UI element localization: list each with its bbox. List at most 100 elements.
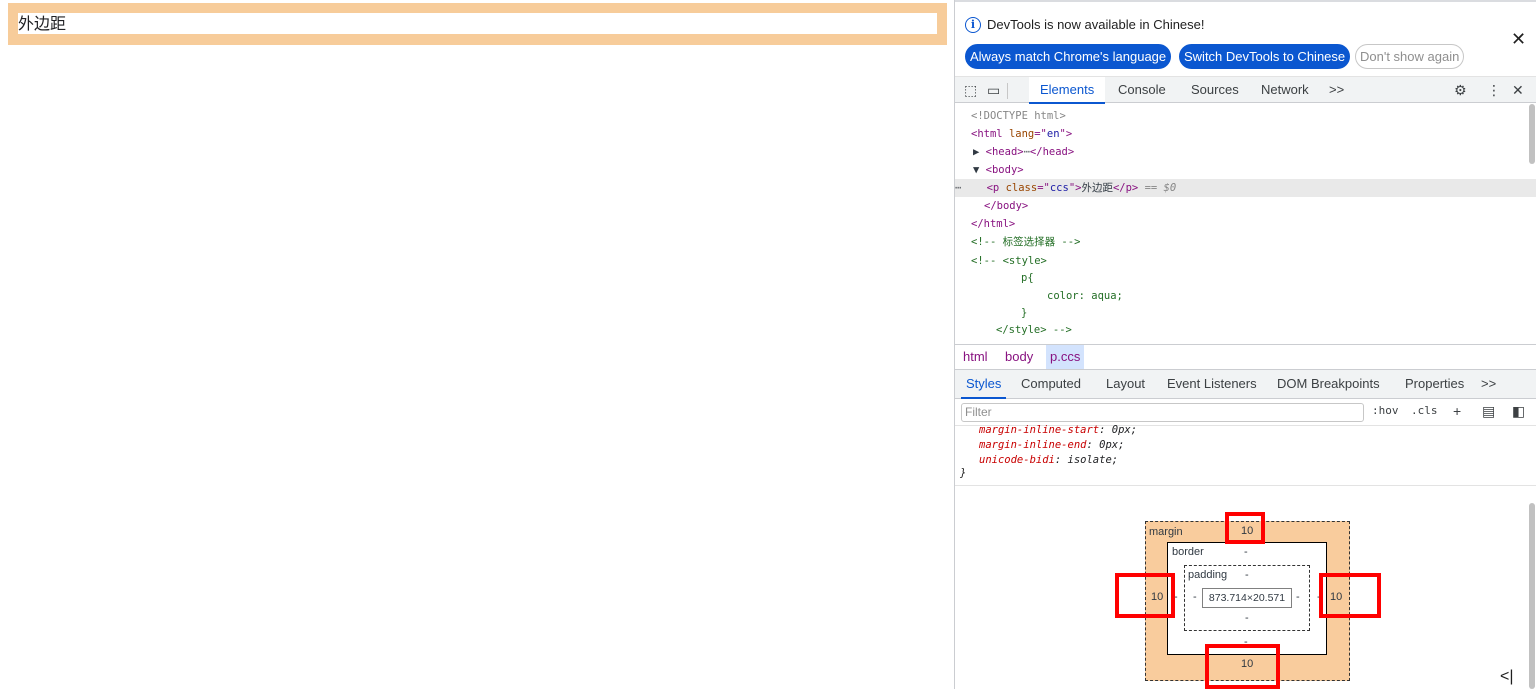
margin-label: margin: [1149, 526, 1183, 538]
tree-line-body[interactable]: ▼ <body>: [973, 161, 1536, 179]
toolbar-divider: [1007, 83, 1008, 99]
cls-button[interactable]: .cls: [1411, 404, 1438, 417]
breadcrumb: html body p.ccs: [955, 344, 1536, 370]
tab-layout[interactable]: Layout: [1101, 370, 1150, 399]
annotation-highlight-left: [1115, 573, 1175, 618]
annotation-highlight-bottom: [1205, 644, 1280, 689]
p-tag-gt: ">: [1068, 182, 1082, 194]
tree-line-comment[interactable]: color: aqua;: [1047, 287, 1536, 305]
sidebar-tabs: Styles Computed Layout Event Listeners D…: [955, 370, 1536, 399]
main-toolbar: ⬚ ▭ Elements Console Sources Network >> …: [955, 76, 1536, 104]
style-declaration[interactable]: margin-inline-start: 0px;: [979, 423, 1137, 438]
tree-line-p-selected[interactable]: ⋯ <p class="ccs">外边距</p> == $0: [955, 179, 1536, 197]
style-value: 0px;: [1111, 424, 1138, 436]
style-value: isolate;: [1067, 454, 1119, 466]
expand-sidebar-icon[interactable]: <|: [1500, 669, 1514, 685]
tree-line-body-close[interactable]: </body>: [984, 197, 1536, 215]
paragraph-text: 外边距: [18, 14, 67, 33]
info-icon: i: [965, 17, 981, 33]
style-value: 0px;: [1099, 439, 1125, 451]
tree-line-head[interactable]: ▶ <head>⋯</head>: [973, 143, 1536, 161]
row-menu-icon[interactable]: ⋯: [955, 182, 987, 194]
more-subtabs-button[interactable]: >>: [1476, 370, 1501, 399]
new-style-rule-icon[interactable]: +: [1453, 402, 1461, 420]
p-close-tag: </p>: [1112, 182, 1139, 194]
box-model-content-size[interactable]: 873.714×20.571: [1202, 588, 1292, 608]
elements-scrollbar[interactable]: [1529, 104, 1535, 164]
tab-sources[interactable]: Sources: [1180, 77, 1250, 104]
toggle-sidebar-icon[interactable]: ◧: [1512, 402, 1525, 420]
style-property: unicode-bidi: [979, 454, 1055, 466]
breadcrumb-html[interactable]: html: [959, 345, 992, 369]
hov-button[interactable]: :hov: [1372, 404, 1399, 417]
style-declaration[interactable]: unicode-bidi: isolate;: [979, 453, 1118, 468]
tree-line-comment[interactable]: p{: [1021, 269, 1536, 287]
tab-network[interactable]: Network: [1250, 77, 1320, 104]
styles-pane: margin-inline-start: 0px; margin-inline-…: [955, 423, 1536, 486]
more-tabs-button[interactable]: >>: [1323, 77, 1350, 104]
filter-input[interactable]: Filter: [961, 403, 1364, 422]
tab-computed[interactable]: Computed: [1016, 370, 1086, 399]
collapse-triangle-icon[interactable]: ▼: [973, 164, 986, 176]
annotation-highlight-right: [1319, 573, 1381, 618]
comment-text: }: [1021, 307, 1028, 319]
settings-gear-icon[interactable]: ⚙: [1454, 81, 1467, 99]
head-close-tag: </head>: [1029, 146, 1075, 158]
inspect-element-icon[interactable]: ⬚: [964, 81, 977, 99]
padding-left-value[interactable]: -: [1193, 591, 1197, 604]
content-highlight: [18, 13, 937, 34]
p-tag: <p: [986, 182, 1006, 194]
comment-text: </style> -->: [996, 324, 1072, 336]
always-match-language-button[interactable]: Always match Chrome's language: [965, 44, 1172, 69]
style-property: margin-inline-start: [979, 424, 1100, 436]
border-label: border: [1172, 546, 1204, 558]
head-tag: <head>: [985, 146, 1024, 158]
p-attr-name: class: [1005, 182, 1038, 194]
rule-closing-brace: }: [960, 467, 967, 479]
more-options-icon[interactable]: ⋮: [1487, 81, 1501, 99]
comment-text: <!-- 标签选择器 -->: [971, 236, 1081, 248]
tree-line-comment[interactable]: }: [1021, 304, 1536, 322]
border-top-value[interactable]: -: [1244, 546, 1248, 559]
tree-line-comment[interactable]: <!-- 标签选择器 -->: [971, 233, 1536, 251]
dont-show-again-button[interactable]: Don't show again: [1355, 44, 1465, 69]
tab-properties[interactable]: Properties: [1400, 370, 1469, 399]
close-icon[interactable]: ✕: [1511, 30, 1526, 48]
comment-text: <!-- <style>: [971, 255, 1047, 267]
p-attr-value: ccs: [1049, 182, 1069, 194]
padding-right-value[interactable]: -: [1296, 591, 1300, 604]
html-close-tag: </html>: [971, 218, 1016, 230]
html-eq: =": [1034, 128, 1047, 140]
tree-line-doctype[interactable]: <!DOCTYPE html>: [971, 107, 1536, 125]
styles-filter-bar: Filter :hov .cls + ▤ ◧: [955, 399, 1536, 426]
tree-line-comment[interactable]: <!-- <style>: [971, 252, 1536, 270]
tab-console[interactable]: Console: [1107, 77, 1177, 104]
elements-tree: <!DOCTYPE html> <html lang="en"> ▶ <head…: [955, 104, 1536, 344]
tab-styles[interactable]: Styles: [961, 370, 1007, 399]
paint-brush-icon[interactable]: ▤: [1482, 402, 1495, 420]
tree-line-html[interactable]: <html lang="en">: [971, 125, 1536, 143]
box-model-diagram: 873.714×20.571 margin border padding 10 …: [955, 487, 1536, 689]
tab-elements[interactable]: Elements: [1029, 77, 1106, 104]
tree-line-comment[interactable]: </style> -->: [996, 321, 1536, 339]
breadcrumb-body[interactable]: body: [1001, 345, 1037, 369]
breadcrumb-p-ccs[interactable]: p.ccs: [1046, 345, 1085, 369]
devtools-panel: i DevTools is now available in Chinese! …: [954, 0, 1536, 689]
expand-triangle-icon[interactable]: ▶: [973, 146, 986, 158]
comment-text: p{: [1021, 272, 1034, 284]
tab-event-listeners[interactable]: Event Listeners: [1162, 370, 1262, 399]
style-declaration[interactable]: margin-inline-end: 0px;: [979, 438, 1124, 453]
tree-line-html-close[interactable]: </html>: [971, 215, 1536, 233]
html-tag: <html: [971, 128, 1009, 140]
tab-dom-breakpoints[interactable]: DOM Breakpoints: [1272, 370, 1385, 399]
close-devtools-icon[interactable]: ✕: [1512, 81, 1524, 99]
switch-to-chinese-button[interactable]: Switch DevTools to Chinese: [1179, 44, 1351, 69]
padding-bottom-value[interactable]: -: [1245, 612, 1249, 625]
doctype-text: <!DOCTYPE html>: [971, 110, 1066, 122]
html-attr-name: lang: [1008, 128, 1035, 140]
p-text-node: 外边距: [1081, 182, 1113, 194]
device-toolbar-icon[interactable]: ▭: [987, 81, 1000, 99]
padding-top-value[interactable]: -: [1245, 569, 1249, 582]
styles-scrollbar[interactable]: [1529, 503, 1535, 689]
padding-label: padding: [1188, 569, 1228, 581]
